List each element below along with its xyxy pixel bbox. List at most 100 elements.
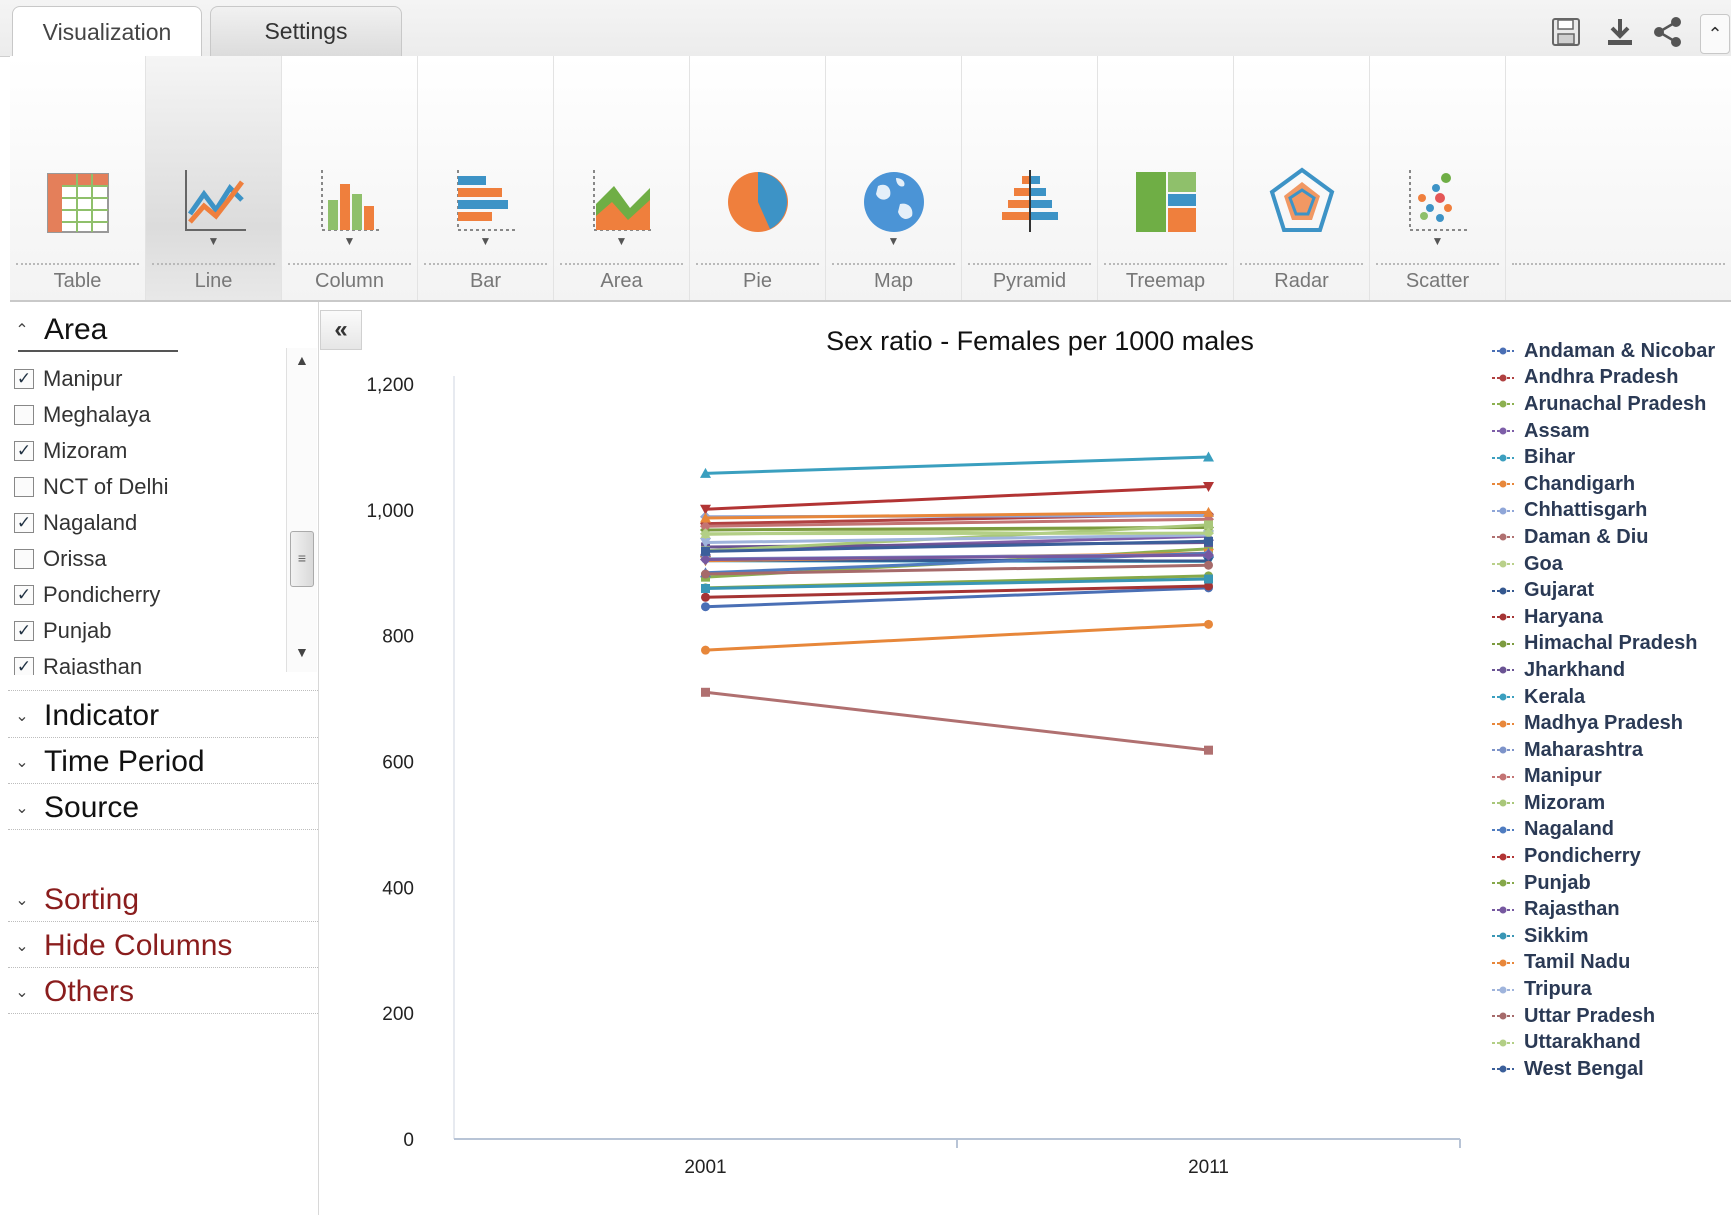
legend-label: Rajasthan (1524, 898, 1620, 921)
area-item-manipur[interactable]: ✓ Manipur (14, 362, 122, 396)
legend-item[interactable]: Pondicherry (1490, 843, 1731, 870)
legend-item[interactable]: Rajasthan (1490, 896, 1731, 923)
collapse-up-icon[interactable]: ⌃ (1700, 14, 1730, 54)
area-item-mizoram[interactable]: ✓ Mizoram (14, 434, 127, 468)
legend-item[interactable]: Maharashtra (1490, 737, 1731, 764)
legend-item[interactable]: Haryana (1490, 604, 1731, 631)
chevron-down-icon[interactable]: ▼ (826, 234, 961, 248)
legend-item[interactable]: Nagaland (1490, 817, 1731, 844)
series-line-daman-diu (705, 690, 1209, 752)
area-item-rajasthan[interactable]: ✓ Rajasthan (14, 650, 142, 675)
legend-item[interactable]: Arunachal Pradesh (1490, 391, 1731, 418)
area-item-label: Meghalaya (43, 402, 151, 427)
ribbon-label: Treemap (1125, 270, 1206, 292)
checkbox[interactable]: ✓ (14, 657, 34, 675)
legend-item[interactable]: Bihar (1490, 444, 1731, 471)
ribbon-label: Pyramid (992, 270, 1067, 292)
area-item-pondicherry[interactable]: ✓ Pondicherry (14, 578, 160, 612)
legend-label: Bihar (1524, 446, 1576, 469)
area-item-label: Rajasthan (43, 654, 143, 675)
legend-item[interactable]: Assam (1490, 418, 1731, 445)
legend-item[interactable]: Daman & Diu (1490, 524, 1731, 551)
ribbon-button-bar[interactable]: ▼ Bar (418, 56, 554, 300)
scroll-thumb[interactable]: ≡ (290, 531, 314, 587)
legend-item[interactable]: Sikkim (1490, 923, 1731, 950)
scroll-up-icon[interactable]: ▲ (295, 352, 309, 368)
checkbox[interactable]: ✓ (14, 621, 34, 641)
ribbon-button-area[interactable]: ▼ Area (554, 56, 690, 300)
ribbon-button-line[interactable]: ▼ Line (146, 56, 282, 300)
section-title: Source (44, 790, 140, 824)
area-item-meghalaya[interactable]: Meghalaya (14, 398, 151, 432)
legend-item[interactable]: Andhra Pradesh (1490, 365, 1731, 392)
share-icon[interactable] (1650, 14, 1686, 50)
chevron-down-icon[interactable]: ▼ (146, 234, 281, 248)
checkbox[interactable]: ✓ (14, 369, 34, 389)
area-item-nagaland[interactable]: ✓ Nagaland (14, 506, 137, 540)
collapse-left-icon[interactable]: « (320, 310, 362, 350)
chevron-down-icon[interactable]: ▼ (554, 234, 689, 248)
legend-item[interactable]: Manipur (1490, 764, 1731, 791)
legend-item[interactable]: Mizoram (1490, 790, 1731, 817)
ribbon-button-scatter[interactable]: ▼ Scatter (1370, 56, 1506, 300)
legend-item[interactable]: Goa (1490, 551, 1731, 578)
legend-item[interactable]: Himachal Pradesh (1490, 631, 1731, 658)
treemap-icon (1136, 172, 1196, 232)
legend-item[interactable]: Jharkhand (1490, 657, 1731, 684)
checkbox[interactable]: ✓ (14, 513, 34, 533)
chart-title: Sex ratio - Females per 1000 males (826, 326, 1254, 356)
checkbox[interactable] (14, 477, 34, 497)
legend-item[interactable]: Tripura (1490, 976, 1731, 1003)
ribbon-button-pyramid[interactable]: Pyramid (962, 56, 1098, 300)
legend-item[interactable]: Andaman & Nicobar (1490, 338, 1731, 365)
ribbon-button-table[interactable]: Table (10, 56, 146, 300)
legend-label: Pondicherry (1524, 845, 1641, 868)
save-icon[interactable] (1548, 14, 1584, 50)
tab-settings[interactable]: Settings (210, 6, 402, 56)
time-period-section-header[interactable]: ⌄ Time Period (8, 740, 318, 784)
legend-item[interactable]: Uttarakhand (1490, 1029, 1731, 1056)
ribbon-button-treemap[interactable]: Treemap (1098, 56, 1234, 300)
download-icon[interactable] (1602, 14, 1638, 50)
legend-item[interactable]: Uttar Pradesh (1490, 1003, 1731, 1030)
source-section-header[interactable]: ⌄ Source (8, 786, 318, 830)
ribbon-button-pie[interactable]: Pie (690, 56, 826, 300)
chevron-down-icon[interactable]: ▼ (418, 234, 553, 248)
others-section-header[interactable]: ⌄ Others (8, 970, 318, 1014)
legend-item[interactable]: Tamil Nadu (1490, 950, 1731, 977)
data-point-daman-diu (701, 687, 710, 697)
checkbox[interactable] (14, 405, 34, 425)
area-item-punjab[interactable]: ✓ Punjab (14, 614, 112, 648)
legend-item[interactable]: West Bengal (1490, 1056, 1731, 1083)
sorting-section-header[interactable]: ⌄ Sorting (8, 878, 318, 922)
hide-columns-section-header[interactable]: ⌄ Hide Columns (8, 924, 318, 968)
scroll-down-icon[interactable]: ▼ (295, 644, 309, 660)
section-title: Hide Columns (44, 928, 233, 962)
checkbox[interactable]: ✓ (14, 585, 34, 605)
y-tick-label: 1,200 (366, 375, 414, 396)
area-item-label: Punjab (43, 618, 112, 643)
area-section-header[interactable]: ⌃ Area (8, 308, 318, 352)
chevron-down-icon[interactable]: ▼ (1370, 234, 1505, 248)
area-list-scrollbar[interactable]: ▲ ≡ ▼ (286, 348, 317, 672)
legend-item[interactable]: Madhya Pradesh (1490, 710, 1731, 737)
indicator-section-header[interactable]: ⌄ Indicator (8, 694, 318, 738)
checkbox[interactable]: ✓ (14, 441, 34, 461)
ribbon-button-map[interactable]: ▼ Map (826, 56, 962, 300)
tab-visualization[interactable]: Visualization (12, 6, 202, 57)
legend-item[interactable]: Gujarat (1490, 577, 1731, 604)
section-title: Indicator (44, 698, 160, 732)
section-title: Sorting (44, 882, 140, 916)
chevron-down-icon[interactable]: ▼ (282, 234, 417, 248)
area-checkbox-list: ✓ Manipur Meghalaya ✓ Mizoram NCT of Del… (8, 350, 314, 675)
checkbox[interactable] (14, 549, 34, 569)
ribbon-button-column[interactable]: ▼ Column (282, 56, 418, 300)
area-item-label: Pondicherry (43, 582, 161, 607)
legend-item[interactable]: Chandigarh (1490, 471, 1731, 498)
legend-item[interactable]: Punjab (1490, 870, 1731, 897)
ribbon-button-radar[interactable]: Radar (1234, 56, 1370, 300)
area-item-orissa[interactable]: Orissa (14, 542, 107, 576)
legend-item[interactable]: Kerala (1490, 684, 1731, 711)
legend-item[interactable]: Chhattisgarh (1490, 498, 1731, 525)
area-item-nct-of-delhi[interactable]: NCT of Delhi (14, 470, 169, 504)
